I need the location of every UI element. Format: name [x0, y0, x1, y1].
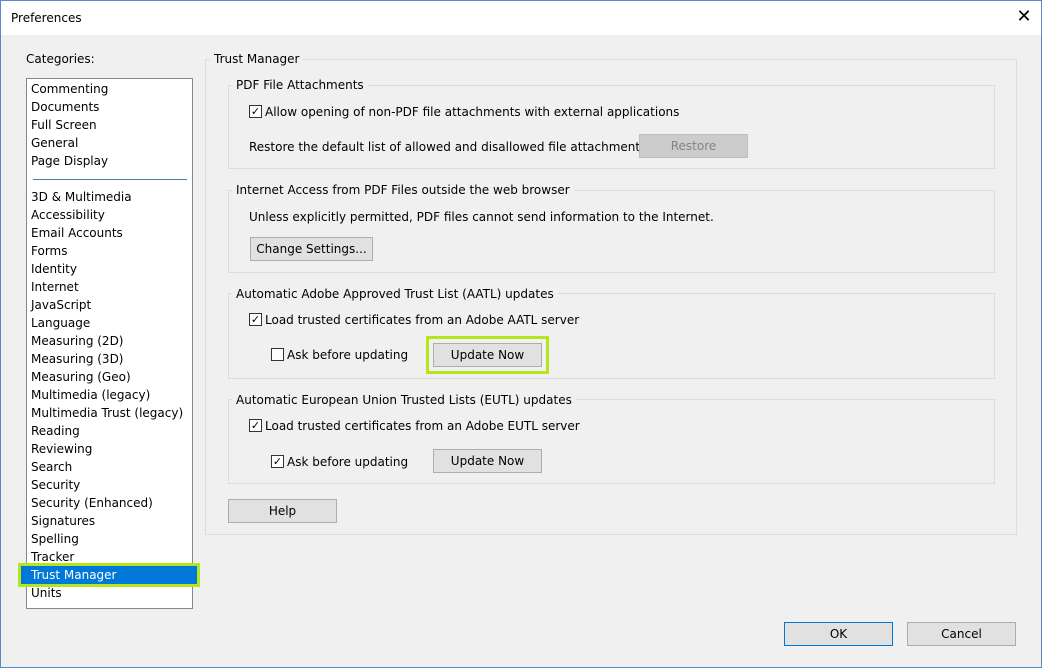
- aatl-ask-checkbox[interactable]: [271, 348, 284, 361]
- aatl-load-checkbox[interactable]: ✓: [249, 313, 262, 326]
- aatl-ask-label: Ask before updating: [287, 348, 409, 362]
- attachments-group: [228, 85, 995, 169]
- category-item[interactable]: Measuring (Geo): [27, 368, 192, 386]
- aatl-title: Automatic Adobe Approved Trust List (AAT…: [232, 287, 558, 301]
- category-item[interactable]: Tracker: [27, 548, 192, 566]
- category-item[interactable]: Measuring (2D): [27, 332, 192, 350]
- category-item[interactable]: Security: [27, 476, 192, 494]
- category-item[interactable]: Multimedia Trust (legacy): [27, 404, 192, 422]
- category-item-selected[interactable]: Trust Manager: [18, 563, 200, 587]
- preferences-dialog: Preferences ✕ Categories: Commenting Docu…: [0, 0, 1042, 668]
- category-item[interactable]: Security (Enhanced): [27, 494, 192, 512]
- attachments-title: PDF File Attachments: [232, 78, 368, 92]
- allow-attachments-label: Allow opening of non-PDF file attachment…: [265, 105, 680, 119]
- help-button[interactable]: Help: [228, 499, 337, 523]
- category-item[interactable]: Identity: [27, 260, 192, 278]
- category-item[interactable]: Spelling: [27, 530, 192, 548]
- category-item[interactable]: Search: [27, 458, 192, 476]
- category-item[interactable]: General: [27, 134, 192, 152]
- category-item[interactable]: Reading: [27, 422, 192, 440]
- category-item[interactable]: Signatures: [27, 512, 192, 530]
- internet-access-title: Internet Access from PDF Files outside t…: [232, 183, 574, 197]
- category-item[interactable]: Language: [27, 314, 192, 332]
- restore-text: Restore the default list of allowed and …: [249, 140, 681, 154]
- eutl-ask-label: Ask before updating: [287, 455, 409, 469]
- category-item[interactable]: Multimedia (legacy): [27, 386, 192, 404]
- category-item[interactable]: Measuring (3D): [27, 350, 192, 368]
- eutl-load-checkbox[interactable]: ✓: [249, 419, 262, 432]
- category-item[interactable]: Accessibility: [27, 206, 192, 224]
- category-item[interactable]: Reviewing: [27, 440, 192, 458]
- cancel-button[interactable]: Cancel: [907, 622, 1016, 646]
- change-settings-button[interactable]: Change Settings...: [250, 237, 373, 261]
- aatl-load-label: Load trusted certificates from an Adobe …: [265, 313, 580, 327]
- aatl-update-now-button[interactable]: Update Now: [426, 336, 549, 374]
- close-icon[interactable]: ✕: [1013, 6, 1035, 28]
- categories-label: Categories:: [26, 52, 95, 66]
- category-item[interactable]: JavaScript: [27, 296, 192, 314]
- eutl-title: Automatic European Union Trusted Lists (…: [232, 393, 576, 407]
- eutl-load-label: Load trusted certificates from an Adobe …: [265, 419, 580, 433]
- category-item[interactable]: Units: [27, 584, 192, 602]
- eutl-group: [228, 399, 995, 484]
- category-item[interactable]: Documents: [27, 98, 192, 116]
- dialog-title: Preferences: [11, 11, 82, 25]
- category-item[interactable]: Commenting: [27, 80, 192, 98]
- category-item[interactable]: Page Display: [27, 152, 192, 170]
- categories-list[interactable]: Commenting Documents Full Screen General Pag…: [18, 78, 200, 609]
- allow-attachments-checkbox[interactable]: ✓: [249, 105, 262, 118]
- category-item[interactable]: 3D & Multimedia: [27, 188, 192, 206]
- category-item[interactable]: Internet: [27, 278, 192, 296]
- restore-button[interactable]: Restore: [639, 134, 748, 158]
- ok-button[interactable]: OK: [784, 622, 893, 646]
- panel-title: Trust Manager: [210, 52, 304, 66]
- aatl-group: [228, 293, 995, 379]
- eutl-update-now-button[interactable]: Update Now: [433, 449, 542, 473]
- category-item[interactable]: Email Accounts: [27, 224, 192, 242]
- title-bar: Preferences ✕: [1, 1, 1041, 35]
- category-item[interactable]: Forms: [27, 242, 192, 260]
- eutl-ask-checkbox[interactable]: ✓: [271, 455, 284, 468]
- internet-access-text: Unless explicitly permitted, PDF files c…: [249, 210, 714, 224]
- category-item[interactable]: Full Screen: [27, 116, 192, 134]
- category-separator: [33, 179, 187, 180]
